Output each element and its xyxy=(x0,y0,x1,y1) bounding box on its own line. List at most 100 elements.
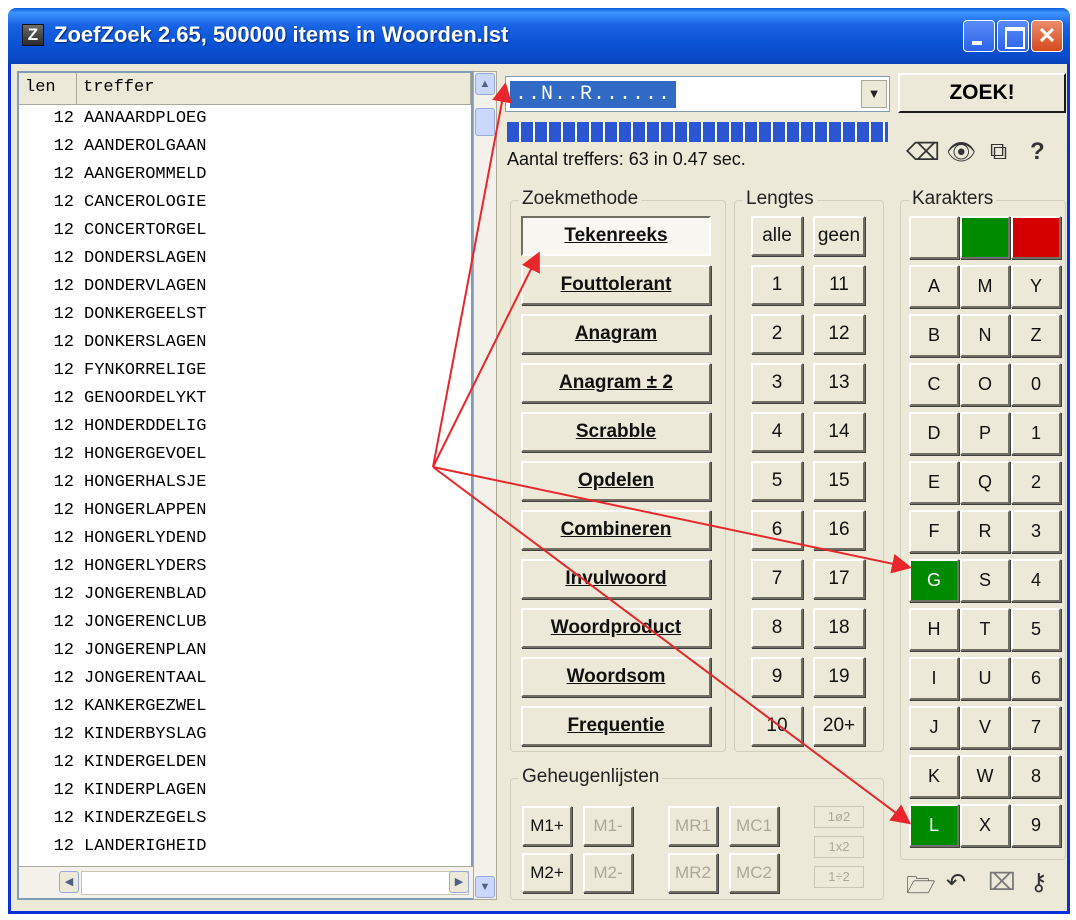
title-bar[interactable]: Z ZoefZoek 2.65, 500000 items in Woorden… xyxy=(8,8,1070,64)
length-7-button[interactable]: 7 xyxy=(751,559,803,599)
char-key-l[interactable]: L xyxy=(909,804,959,847)
table-row[interactable]: 12 HONGERHALSJE xyxy=(19,473,471,501)
char-mode-neutral-button[interactable] xyxy=(909,216,959,259)
length-8-button[interactable]: 8 xyxy=(751,608,803,648)
char-key-u[interactable]: U xyxy=(960,657,1010,700)
char-key-o[interactable]: O xyxy=(960,363,1010,406)
key-icon[interactable]: ⚷ xyxy=(1030,868,1048,897)
table-row[interactable]: 12 HONDERDDELIG xyxy=(19,417,471,445)
scroll-left-button[interactable]: ◀ xyxy=(59,871,79,893)
memory-m1plus-button[interactable]: M1+ xyxy=(522,806,572,846)
length-20plus-button[interactable]: 20+ xyxy=(813,706,865,746)
clear-icon[interactable]: ⌧ xyxy=(988,868,1016,897)
char-key-w[interactable]: W xyxy=(960,755,1010,798)
scroll-right-button[interactable]: ▶ xyxy=(449,871,469,893)
table-row[interactable]: 12 CANCEROLOGIE xyxy=(19,193,471,221)
memory-mr2-button[interactable]: MR2 xyxy=(668,853,718,893)
length-10-button[interactable]: 10 xyxy=(751,706,803,746)
length-17-button[interactable]: 17 xyxy=(813,559,865,599)
char-key-f[interactable]: F xyxy=(909,510,959,553)
length-4-button[interactable]: 4 xyxy=(751,412,803,452)
char-key-v[interactable]: V xyxy=(960,706,1010,749)
char-key-i[interactable]: I xyxy=(909,657,959,700)
eraser-icon[interactable]: ⌫ xyxy=(906,138,940,167)
maximize-button[interactable] xyxy=(997,20,1029,52)
length-12-button[interactable]: 12 xyxy=(813,314,865,354)
char-key-z[interactable]: Z xyxy=(1011,314,1061,357)
length-13-button[interactable]: 13 xyxy=(813,363,865,403)
results-list[interactable]: len treffer 12 AANAARDPLOEG 12 AANDEROLGAAN… xyxy=(17,71,473,900)
char-mode-green-button[interactable] xyxy=(960,216,1010,259)
char-key-y[interactable]: Y xyxy=(1011,265,1061,308)
length-14-button[interactable]: 14 xyxy=(813,412,865,452)
hscroll-thumb[interactable] xyxy=(81,871,469,895)
table-row[interactable]: 12 HONGERLYDEND xyxy=(19,529,471,557)
char-key-9[interactable]: 9 xyxy=(1011,804,1061,847)
dropdown-arrow-icon[interactable]: ▼ xyxy=(861,80,887,108)
table-row[interactable]: 12 JONGERENBLAD xyxy=(19,585,471,613)
char-key-4[interactable]: 4 xyxy=(1011,559,1061,602)
length-1-button[interactable]: 1 xyxy=(751,265,803,305)
char-key-0[interactable]: 0 xyxy=(1011,363,1061,406)
eye-icon[interactable]: 👁 xyxy=(946,138,976,167)
minimize-button[interactable] xyxy=(963,20,995,52)
table-row[interactable]: 12 GENOORDELYKT xyxy=(19,389,471,417)
table-row[interactable]: 12 KINDERZEGELS xyxy=(19,809,471,837)
char-key-b[interactable]: B xyxy=(909,314,959,357)
method-anagram-2-button[interactable]: Anagram ± 2 xyxy=(521,363,711,403)
method-woordproduct-button[interactable]: Woordproduct xyxy=(521,608,711,648)
char-key-3[interactable]: 3 xyxy=(1011,510,1061,553)
table-row[interactable]: 12 KANKERGEZWEL xyxy=(19,697,471,725)
search-input[interactable]: ..N..R...... xyxy=(510,81,677,108)
table-row[interactable]: 12 DONDERSLAGEN xyxy=(19,249,471,277)
char-key-8[interactable]: 8 xyxy=(1011,755,1061,798)
char-key-x[interactable]: X xyxy=(960,804,1010,847)
memory-op-2-button[interactable]: 1x2 xyxy=(814,836,864,858)
char-key-s[interactable]: S xyxy=(960,559,1010,602)
column-header-treffer[interactable]: treffer xyxy=(77,73,471,105)
char-mode-red-button[interactable] xyxy=(1011,216,1061,259)
copy-icon[interactable]: ⧉ xyxy=(990,138,1007,166)
memory-mc1-button[interactable]: MC1 xyxy=(729,806,779,846)
method-anagram-button[interactable]: Anagram xyxy=(521,314,711,354)
length-9-button[interactable]: 9 xyxy=(751,657,803,697)
memory-m1minus-button[interactable]: M1- xyxy=(583,806,633,846)
char-key-p[interactable]: P xyxy=(960,412,1010,455)
length-alle-button[interactable]: alle xyxy=(751,216,803,256)
table-row[interactable]: 12 DONKERSLAGEN xyxy=(19,333,471,361)
table-row[interactable]: 12 LANDERIGHEID xyxy=(19,837,471,865)
method-invulwoord-button[interactable]: Invulwoord xyxy=(521,559,711,599)
length-5-button[interactable]: 5 xyxy=(751,461,803,501)
undo-icon[interactable]: ↶ xyxy=(946,868,966,897)
table-row[interactable]: 12 KINDERBYSLAG xyxy=(19,725,471,753)
search-pattern-combobox[interactable]: ..N..R...... ▼ xyxy=(505,76,890,112)
memory-op-3-button[interactable]: 1÷2 xyxy=(814,866,864,888)
length-3-button[interactable]: 3 xyxy=(751,363,803,403)
table-row[interactable]: 12 DONDERVLAGEN xyxy=(19,277,471,305)
table-row[interactable]: 12 HONGERLYDERS xyxy=(19,557,471,585)
scroll-thumb[interactable] xyxy=(475,108,495,136)
char-key-j[interactable]: J xyxy=(909,706,959,749)
length-2-button[interactable]: 2 xyxy=(751,314,803,354)
method-woordsom-button[interactable]: Woordsom xyxy=(521,657,711,697)
scroll-up-button[interactable]: ▲ xyxy=(475,73,495,95)
memory-m2minus-button[interactable]: M2- xyxy=(583,853,633,893)
char-key-2[interactable]: 2 xyxy=(1011,461,1061,504)
char-key-t[interactable]: T xyxy=(960,608,1010,651)
char-key-h[interactable]: H xyxy=(909,608,959,651)
method-frequentie-button[interactable]: Frequentie xyxy=(521,706,711,746)
table-row[interactable]: 12 FYNKORRELIGE xyxy=(19,361,471,389)
length-geen-button[interactable]: geen xyxy=(813,216,865,256)
table-row[interactable]: 12 JONGERENCLUB xyxy=(19,613,471,641)
length-15-button[interactable]: 15 xyxy=(813,461,865,501)
char-key-m[interactable]: M xyxy=(960,265,1010,308)
memory-op-1-button[interactable]: 1ø2 xyxy=(814,806,864,828)
table-row[interactable]: 12 CONCERTORGEL xyxy=(19,221,471,249)
help-icon[interactable]: ? xyxy=(1030,138,1045,166)
vertical-scrollbar[interactable]: ▲ ▼ xyxy=(473,71,497,900)
char-key-e[interactable]: E xyxy=(909,461,959,504)
table-row[interactable]: 12 KINDERGELDEN xyxy=(19,753,471,781)
method-scrabble-button[interactable]: Scrabble xyxy=(521,412,711,452)
table-row[interactable]: 12 AANAARDPLOEG xyxy=(19,109,471,137)
char-key-7[interactable]: 7 xyxy=(1011,706,1061,749)
